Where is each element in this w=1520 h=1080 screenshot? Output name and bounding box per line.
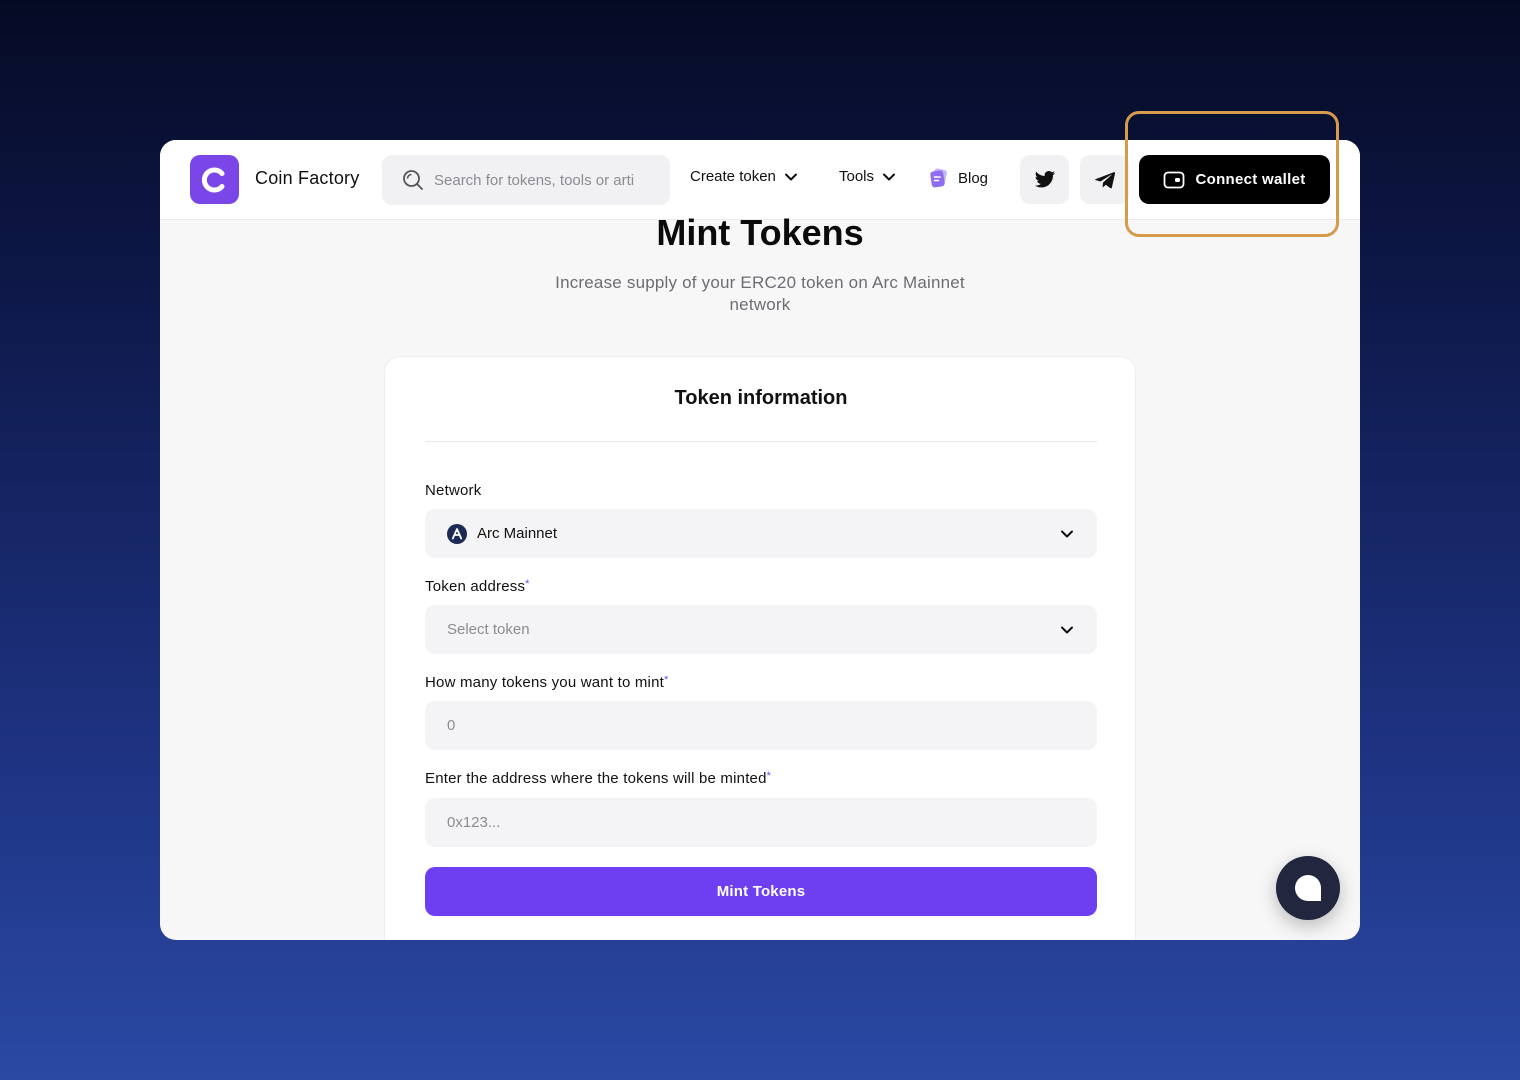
network-label-text: Network (425, 482, 482, 499)
network-label: Network (425, 482, 481, 499)
chevron-down-icon (784, 173, 797, 180)
wallet-icon (1164, 171, 1185, 188)
telegram-icon (1094, 171, 1115, 188)
chat-widget-button[interactable] (1276, 856, 1340, 920)
card-title: Token information (674, 387, 848, 409)
create-token-menu[interactable]: Create token (690, 168, 798, 185)
token-address-select[interactable]: Select token (425, 605, 1097, 654)
card-divider (425, 441, 1097, 442)
search-icon (403, 170, 423, 190)
mint-address-label: Enter the address where the tokens will … (425, 770, 771, 787)
required-mark: * (766, 770, 772, 782)
mint-address-field[interactable] (425, 798, 1097, 847)
tools-menu[interactable]: Tools (839, 168, 896, 185)
blog-label: Blog (958, 169, 989, 187)
brand-name[interactable]: Coin Factory (255, 168, 359, 189)
chat-bubble-icon (1295, 875, 1321, 901)
mint-tokens-button[interactable]: Mint Tokens (425, 867, 1097, 916)
logo-c-icon (201, 167, 224, 192)
coin-factory-logo[interactable] (190, 155, 239, 204)
tools-label: Tools (839, 168, 875, 185)
mint-address-input[interactable] (447, 814, 1075, 831)
chevron-down-icon (1061, 530, 1073, 537)
telegram-button[interactable] (1080, 155, 1129, 204)
twitter-button[interactable] (1020, 155, 1069, 204)
required-mark: * (525, 578, 530, 590)
chevron-down-icon (1061, 626, 1073, 633)
arc-network-icon (447, 523, 467, 544)
amount-label: How many tokens you want to mint* (425, 674, 669, 691)
required-mark: * (664, 674, 669, 686)
token-information-card: Token information Network Arc Mainnet To… (384, 356, 1136, 940)
blog-link[interactable]: Blog (928, 167, 988, 189)
token-address-label-text: Token address (425, 578, 526, 595)
search-bar[interactable] (382, 155, 670, 205)
connect-wallet-label: Connect wallet (1195, 171, 1306, 188)
amount-label-text: How many tokens you want to mint (425, 674, 665, 691)
token-address-label: Token address* (425, 578, 530, 595)
twitter-icon (1034, 170, 1055, 187)
connect-wallet-button[interactable]: Connect wallet (1139, 155, 1330, 204)
page-subtitle: Increase supply of your ERC20 token on A… (555, 273, 965, 314)
create-token-label: Create token (690, 168, 776, 185)
blog-icon (930, 168, 947, 188)
amount-input[interactable] (447, 717, 1075, 734)
search-input[interactable] (434, 171, 659, 189)
network-value: Arc Mainnet (477, 525, 558, 542)
page-title: Mint Tokens (656, 212, 864, 253)
chevron-down-icon (883, 173, 896, 180)
top-navbar: Coin Factory Create token Tools (160, 140, 1360, 220)
mint-address-label-text: Enter the address where the tokens will … (425, 770, 767, 787)
app-window: Coin Factory Create token Tools (160, 140, 1360, 940)
token-address-placeholder: Select token (447, 621, 530, 638)
network-select[interactable]: Arc Mainnet (425, 509, 1097, 558)
amount-field[interactable] (425, 701, 1097, 750)
